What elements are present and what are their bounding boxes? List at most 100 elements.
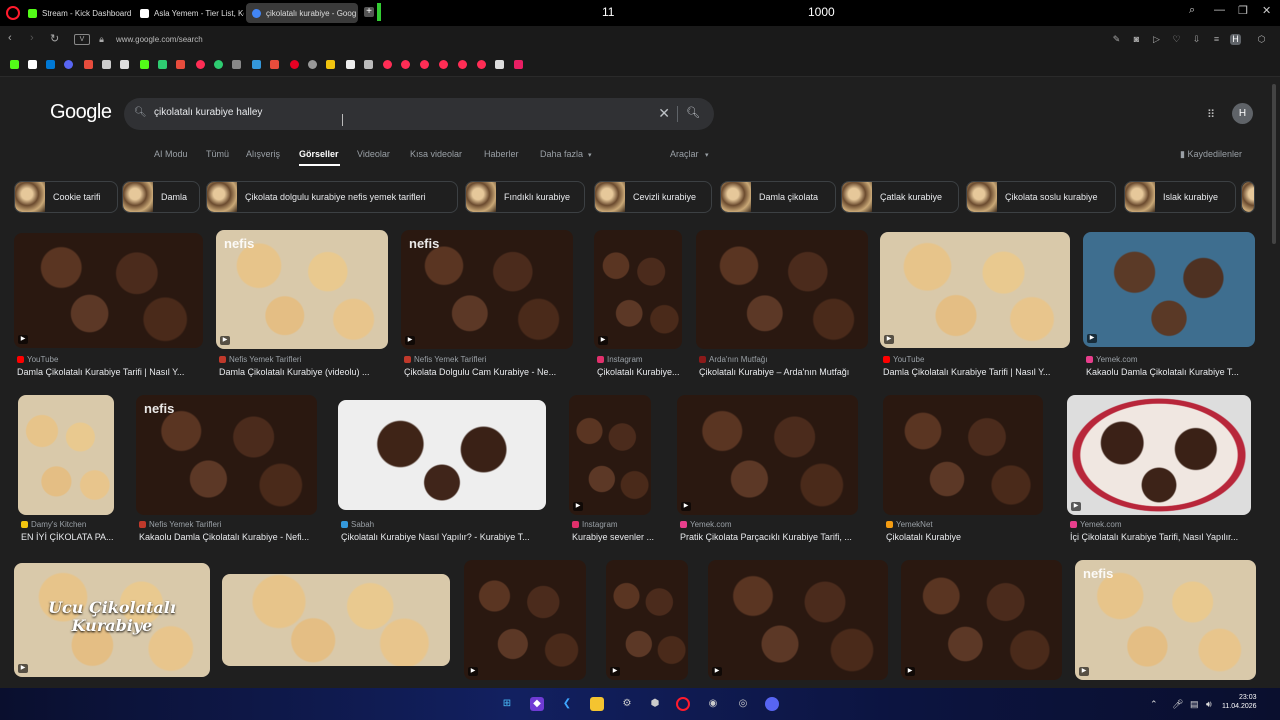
discord-icon[interactable] bbox=[765, 697, 779, 711]
bookmark-kick-icon[interactable] bbox=[10, 60, 19, 69]
result-thumbnail[interactable]: ▶ bbox=[14, 233, 203, 348]
play-icon[interactable]: ▷ bbox=[1151, 34, 1162, 45]
tab-more[interactable]: Daha fazla bbox=[540, 149, 583, 159]
opera-logo-icon[interactable] bbox=[6, 6, 20, 20]
bookmark-icon[interactable] bbox=[176, 60, 185, 69]
search-box[interactable]: 🔍︎ çikolatalı kurabiye halley ✕ 🔍︎ bbox=[124, 98, 714, 130]
camera-icon[interactable]: ◙ bbox=[1131, 34, 1142, 45]
bookmark-icon[interactable] bbox=[120, 60, 129, 69]
bookmark-pinterest-icon[interactable] bbox=[290, 60, 299, 69]
chip-4[interactable]: Cevizli kurabiye bbox=[594, 181, 712, 213]
result-title[interactable]: İçi Çikolatalı Kurabiye Tarifi, Nasıl Ya… bbox=[1070, 532, 1238, 542]
result-thumbnail[interactable]: ▶ bbox=[1067, 395, 1251, 515]
result-source[interactable]: YouTube bbox=[17, 355, 58, 364]
bookmark-icon[interactable] bbox=[196, 60, 205, 69]
result-source[interactable]: Nefis Yemek Tarifleri bbox=[139, 520, 221, 529]
bookmark-icon[interactable] bbox=[158, 60, 167, 69]
result-source[interactable]: Yemek.com bbox=[1070, 520, 1122, 529]
vscode-icon[interactable]: ❮ bbox=[560, 697, 574, 711]
close-window-button[interactable]: ✕ bbox=[1262, 4, 1271, 17]
result-source[interactable]: Instagram bbox=[572, 520, 618, 529]
result-thumbnail[interactable] bbox=[18, 395, 114, 515]
result-thumbnail[interactable]: nefis bbox=[136, 395, 317, 515]
scrollbar-thumb[interactable] bbox=[1272, 84, 1276, 244]
result-title[interactable]: Kakaolu Damla Çikolatalı Kurabiye - Nefi… bbox=[139, 532, 309, 542]
tab-google-search[interactable]: çikolatalı kurabiye - Goog bbox=[246, 3, 358, 23]
obs-icon[interactable]: ◎ bbox=[736, 697, 750, 711]
bookmark-icon[interactable] bbox=[232, 60, 241, 69]
visual-studio-icon[interactable]: ◆ bbox=[530, 697, 544, 711]
result-source[interactable]: Damy's Kitchen bbox=[21, 520, 86, 529]
tab-kick-dashboard[interactable]: Stream - Kick Dashboard bbox=[22, 3, 132, 23]
result-thumbnail[interactable]: ▶ bbox=[594, 230, 682, 349]
result-source[interactable]: YouTube bbox=[883, 355, 924, 364]
bookmark-icon[interactable] bbox=[270, 60, 279, 69]
tab-all[interactable]: Tümü bbox=[206, 149, 229, 159]
windows-start-icon[interactable]: ⊞ bbox=[500, 697, 514, 711]
vpn-badge-icon[interactable]: V bbox=[74, 34, 90, 45]
reload-button[interactable]: ↻ bbox=[50, 32, 59, 45]
bookmark-icon[interactable] bbox=[214, 60, 223, 69]
result-thumbnail[interactable]: ▶ bbox=[708, 560, 888, 680]
result-source[interactable]: Yemek.com bbox=[1086, 355, 1138, 364]
bookmark-icon[interactable] bbox=[439, 60, 448, 69]
search-input[interactable]: çikolatalı kurabiye halley bbox=[154, 107, 262, 118]
chip-overflow[interactable] bbox=[1241, 181, 1255, 213]
result-title[interactable]: Çikolatalı Kurabiye Nasıl Yapılır? - Kur… bbox=[341, 532, 530, 542]
result-thumbnail[interactable]: Ucu Çikolatalı Kurabiye ▶ bbox=[14, 563, 210, 677]
google-logo[interactable]: Google bbox=[50, 101, 112, 124]
tab-short-videos[interactable]: Kısa videolar bbox=[410, 149, 462, 159]
apps-grid-icon[interactable]: ⠿ bbox=[1207, 108, 1215, 121]
bookmark-icon[interactable] bbox=[102, 60, 111, 69]
result-title[interactable]: Kurabiye sevenler ... bbox=[572, 532, 654, 542]
bookmark-icon[interactable] bbox=[383, 60, 392, 69]
search-submit-icon[interactable]: 🔍︎ bbox=[686, 106, 700, 119]
opera-icon[interactable] bbox=[676, 697, 690, 711]
app-icon[interactable]: ⬢ bbox=[648, 697, 662, 711]
bookmark-icon[interactable] bbox=[326, 60, 335, 69]
chip-2[interactable]: Çikolata dolgulu kurabiye nefis yemek ta… bbox=[206, 181, 458, 213]
bookmark-x-icon[interactable] bbox=[28, 60, 37, 69]
file-explorer-icon[interactable] bbox=[590, 697, 604, 711]
system-clock[interactable]: 23:03 11.04.2026 bbox=[1222, 693, 1257, 711]
result-title[interactable]: Pratik Çikolata Parçacıklı Kurabiye Tari… bbox=[680, 532, 852, 542]
result-thumbnail[interactable]: nefis ▶ bbox=[401, 230, 573, 349]
result-source[interactable]: Nefis Yemek Tarifleri bbox=[404, 355, 486, 364]
avatar[interactable]: H bbox=[1232, 103, 1253, 124]
result-source[interactable]: Instagram bbox=[597, 355, 643, 364]
result-thumbnail[interactable]: ▶ bbox=[901, 560, 1062, 680]
tab-videos[interactable]: Videolar bbox=[357, 149, 390, 159]
maximize-button[interactable]: ❐ bbox=[1238, 4, 1248, 17]
result-thumbnail[interactable]: nefis ▶ bbox=[1075, 560, 1256, 680]
menu-icon[interactable]: ≡ bbox=[1211, 34, 1222, 45]
back-button[interactable]: ‹ bbox=[8, 32, 12, 44]
bookmark-icon[interactable] bbox=[346, 60, 355, 69]
chip-3[interactable]: Fındıklı kurabiye bbox=[465, 181, 585, 213]
result-thumbnail[interactable] bbox=[222, 574, 450, 666]
forward-button[interactable]: › bbox=[30, 32, 34, 44]
chip-0[interactable]: Cookie tarifi bbox=[14, 181, 118, 213]
bookmark-icon[interactable] bbox=[308, 60, 317, 69]
tray-chevron-icon[interactable]: ⌃ bbox=[1150, 699, 1158, 710]
bookmark-discord-icon[interactable] bbox=[64, 60, 73, 69]
result-source[interactable]: Yemek.com bbox=[680, 520, 732, 529]
clear-icon[interactable]: ✕ bbox=[658, 105, 670, 122]
chip-7[interactable]: Çikolata soslu kurabiye bbox=[966, 181, 1116, 213]
url-field[interactable]: www.google.com/search bbox=[116, 35, 203, 44]
bookmark-windows-icon[interactable] bbox=[46, 60, 55, 69]
result-source[interactable]: Sabah bbox=[341, 520, 374, 529]
result-thumbnail[interactable]: nefis ▶ bbox=[216, 230, 388, 349]
extensions-icon[interactable]: ⬡ bbox=[1256, 34, 1267, 45]
result-thumbnail[interactable]: ▶ bbox=[880, 232, 1070, 348]
result-thumbnail[interactable] bbox=[883, 395, 1043, 515]
bookmark-icon[interactable] bbox=[420, 60, 429, 69]
chip-6[interactable]: Çatlak kurabiye bbox=[841, 181, 959, 213]
result-thumbnail[interactable] bbox=[696, 230, 868, 349]
chip-1[interactable]: Damla bbox=[122, 181, 200, 213]
result-thumbnail[interactable]: ▶ bbox=[677, 395, 858, 515]
tab-search-icon[interactable]: ⌕ bbox=[1189, 4, 1195, 17]
bookmark-icon[interactable] bbox=[401, 60, 410, 69]
result-title[interactable]: Çikolatalı Kurabiye – Arda'nın Mutfağı bbox=[699, 367, 849, 377]
result-source[interactable]: YemekNet bbox=[886, 520, 933, 529]
result-thumbnail[interactable]: ▶ bbox=[569, 395, 651, 515]
